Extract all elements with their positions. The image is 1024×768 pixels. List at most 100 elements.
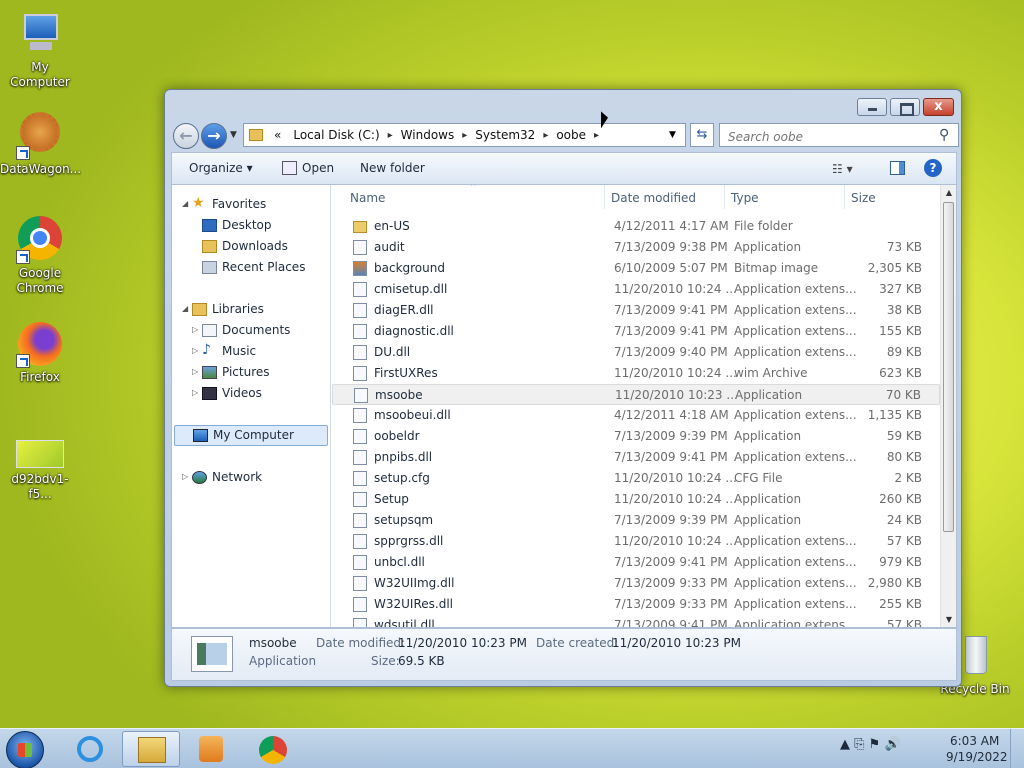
file-name: W32UIImg.dll xyxy=(374,576,455,590)
table-row[interactable]: msoobe 11/20/2010 10:23 ... Application 70 … xyxy=(332,384,940,405)
show-desktop-button[interactable] xyxy=(1010,729,1024,768)
search-input[interactable] xyxy=(719,123,959,147)
file-name: spprgrss.dll xyxy=(374,534,444,548)
breadcrumb-overflow[interactable]: « xyxy=(268,128,287,143)
file-type: Application extens... xyxy=(734,345,857,359)
table-row[interactable]: diagnostic.dll 7/13/2009 9:41 PM Applicati… xyxy=(332,321,940,342)
breadcrumb-separator-icon[interactable]: ▸ xyxy=(386,128,395,143)
search-icon[interactable]: ⚲ xyxy=(939,127,949,143)
table-row[interactable]: W32UIRes.dll 7/13/2009 9:33 PM Application… xyxy=(332,594,940,615)
column-size[interactable]: Size xyxy=(851,191,876,205)
collapse-icon[interactable]: ◢ xyxy=(182,304,188,313)
table-row[interactable]: DU.dll 7/13/2009 9:40 PM Application exten… xyxy=(332,342,940,363)
shortcut-arrow-icon xyxy=(16,354,30,368)
change-view-button[interactable]: ☷ ▾ xyxy=(832,162,853,176)
column-name[interactable]: Name xyxy=(350,191,385,205)
desktop-icon-image[interactable]: d92bdv1-f5... xyxy=(0,438,80,502)
taskbar-chrome[interactable] xyxy=(244,731,302,767)
desktop-icon-firefox[interactable]: Firefox xyxy=(0,320,80,385)
table-row[interactable]: oobeldr 7/13/2009 9:39 PM Application 59 KB xyxy=(332,426,940,447)
table-row[interactable]: spprgrss.dll 11/20/2010 10:24 ... Applicat… xyxy=(332,531,940,552)
table-row[interactable]: FirstUXRes 11/20/2010 10:24 ... wim Archiv… xyxy=(332,363,940,384)
close-icon: x xyxy=(934,99,943,114)
desktop-icon-my-computer[interactable]: My Computer xyxy=(0,10,80,90)
taskbar: ▲ ⎘ ⚑ 🔊 6:03 AM 9/19/2022 xyxy=(0,728,1024,768)
back-button[interactable]: ← xyxy=(173,123,199,149)
file-name: pnpibs.dll xyxy=(374,450,433,464)
taskbar-internet-explorer[interactable] xyxy=(62,731,120,767)
taskbar-media-player[interactable] xyxy=(182,731,240,767)
expand-icon[interactable]: ▷ xyxy=(182,472,188,481)
table-row[interactable]: audit 7/13/2009 9:38 PM Application 73 KB xyxy=(332,237,940,258)
table-row[interactable]: pnpibs.dll 7/13/2009 9:41 PM Application e… xyxy=(332,447,940,468)
file-type: CFG File xyxy=(734,471,783,485)
file-name: msoobeui.dll xyxy=(374,408,451,422)
breadcrumb-separator-icon[interactable]: ▸ xyxy=(592,128,601,143)
minimize-button[interactable] xyxy=(857,98,887,116)
clock-date[interactable]: 9/19/2022 xyxy=(946,750,1008,764)
breadcrumb-system32[interactable]: System32 xyxy=(469,128,541,143)
desktop-icon-chrome[interactable]: Google Chrome xyxy=(0,216,80,296)
preview-pane-icon[interactable] xyxy=(890,161,905,175)
start-button[interactable] xyxy=(6,731,44,768)
dll-file-icon xyxy=(353,282,367,297)
file-type: Application xyxy=(734,429,802,443)
nav-my-computer[interactable]: My Computer xyxy=(174,425,328,446)
maximize-button[interactable] xyxy=(890,98,920,116)
table-row[interactable]: cmisetup.dll 11/20/2010 10:24 ... Applicat… xyxy=(332,279,940,300)
refresh-icon: ⇆ xyxy=(696,127,708,142)
close-button[interactable]: x xyxy=(923,98,954,116)
column-divider[interactable] xyxy=(844,185,845,209)
table-row[interactable]: msoobeui.dll 4/12/2011 4:18 AM Application… xyxy=(332,405,940,426)
file-size: 57 KB xyxy=(886,534,922,548)
documents-icon xyxy=(202,324,217,337)
expand-icon[interactable]: ▷ xyxy=(192,388,198,397)
table-row[interactable]: background 6/10/2009 5:07 PM Bitmap image 2… xyxy=(332,258,940,279)
column-divider[interactable] xyxy=(724,185,725,209)
collapse-icon[interactable]: ◢ xyxy=(182,199,188,208)
expand-icon[interactable]: ▷ xyxy=(192,346,198,355)
table-row[interactable]: setup.cfg 11/20/2010 10:24 ... CFG File 2 K… xyxy=(332,468,940,489)
column-divider[interactable] xyxy=(604,185,605,209)
forward-arrow-icon: → xyxy=(207,126,221,145)
explorer-window[interactable]: x ← → ▼ « Local Disk (C:) ▸ Windows ▸ Sy… xyxy=(164,89,962,687)
breadcrumb-local-disk[interactable]: Local Disk (C:) xyxy=(287,128,385,143)
expand-icon[interactable]: ▷ xyxy=(192,367,198,376)
organize-menu[interactable]: Organize ▾ xyxy=(189,161,253,175)
table-row[interactable]: en-US 4/12/2011 4:17 AM File folder xyxy=(332,216,940,237)
forward-button[interactable]: → xyxy=(201,123,227,149)
table-row[interactable]: unbcl.dll 7/13/2009 9:41 PM Application ex… xyxy=(332,552,940,573)
recent-pages-dropdown[interactable]: ▼ xyxy=(230,130,237,140)
column-type[interactable]: Type xyxy=(731,191,759,205)
system-tray-icons[interactable]: ▲ ⎘ ⚑ 🔊 xyxy=(840,737,901,752)
column-date-modified[interactable]: Date modified xyxy=(611,191,696,205)
table-row[interactable]: Setup 11/20/2010 10:24 ... Application 260 … xyxy=(332,489,940,510)
details-file-name: msoobe xyxy=(249,636,297,650)
table-row[interactable]: W32UIImg.dll 7/13/2009 9:33 PM Application… xyxy=(332,573,940,594)
breadcrumb-separator-icon[interactable]: ▸ xyxy=(541,128,550,143)
open-button[interactable]: Open xyxy=(282,161,334,175)
breadcrumb-separator-icon[interactable]: ▸ xyxy=(460,128,469,143)
file-type: Application extens... xyxy=(734,597,857,611)
address-dropdown-icon[interactable]: ▼ xyxy=(669,130,676,140)
address-bar[interactable]: « Local Disk (C:) ▸ Windows ▸ System32 ▸… xyxy=(243,123,686,147)
breadcrumb-oobe[interactable]: oobe xyxy=(550,128,592,143)
refresh-button[interactable]: ⇆ xyxy=(690,123,714,147)
vertical-scrollbar[interactable]: ▲ ▼ xyxy=(940,185,956,627)
table-row[interactable]: setupsqm 7/13/2009 9:39 PM Application 24 K… xyxy=(332,510,940,531)
scrollbar-thumb[interactable] xyxy=(943,202,954,532)
details-size-value: 69.5 KB xyxy=(398,654,445,668)
help-button[interactable]: ? xyxy=(924,159,942,177)
taskbar-explorer[interactable] xyxy=(122,731,180,767)
clock-time[interactable]: 6:03 AM xyxy=(950,734,999,748)
table-row[interactable]: diagER.dll 7/13/2009 9:41 PM Application e… xyxy=(332,300,940,321)
scroll-down-icon[interactable]: ▼ xyxy=(941,615,956,624)
file-list: en-US 4/12/2011 4:17 AM File folder audit 7/… xyxy=(332,216,940,627)
new-folder-button[interactable]: New folder xyxy=(360,161,425,175)
expand-icon[interactable]: ▷ xyxy=(192,325,198,334)
desktop-icon-datawagon[interactable]: DataWagon... xyxy=(0,112,81,177)
breadcrumb-windows[interactable]: Windows xyxy=(395,128,461,143)
libraries-icon xyxy=(192,303,207,316)
scroll-up-icon[interactable]: ▲ xyxy=(941,188,956,197)
table-row[interactable]: wdsutil.dll 7/13/2009 9:41 PM Application … xyxy=(332,615,940,627)
